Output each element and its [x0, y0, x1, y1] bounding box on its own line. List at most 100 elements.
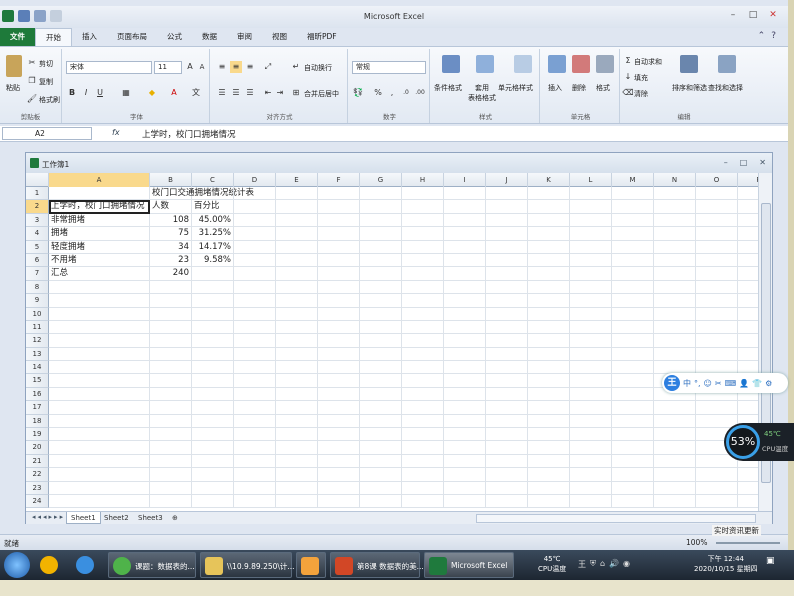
cell-b24[interactable] — [150, 494, 192, 509]
cell-g13[interactable] — [360, 347, 402, 362]
taskbar-browser[interactable]: 课题：数据表的... — [108, 552, 196, 578]
cell-g15[interactable] — [360, 374, 402, 388]
cell-i21[interactable] — [444, 454, 486, 469]
row-header[interactable]: 9 — [26, 294, 49, 308]
cell-l5[interactable] — [570, 240, 612, 254]
cell-d1[interactable] — [234, 187, 276, 201]
column-header-m[interactable]: M — [612, 173, 654, 187]
cell-a20[interactable] — [49, 441, 150, 455]
cell-g16[interactable] — [360, 387, 402, 402]
wrap-text-icon[interactable]: ↵ — [290, 61, 302, 73]
cell-h8[interactable] — [402, 280, 444, 295]
cell-f14[interactable] — [318, 361, 360, 375]
cell-b1[interactable]: 校门口交通拥堵情况统计表 — [150, 187, 254, 201]
cell-m19[interactable] — [612, 428, 654, 442]
cell-f16[interactable] — [318, 387, 360, 402]
cell-m17[interactable] — [612, 401, 654, 415]
cell-n12[interactable] — [654, 334, 696, 348]
copy-icon[interactable]: ❐ — [26, 75, 38, 87]
clear-button[interactable]: 清除 — [634, 89, 648, 99]
horizontal-scrollbar[interactable] — [476, 514, 756, 523]
cell-f19[interactable] — [318, 428, 360, 442]
cell-b7[interactable]: 240 — [150, 267, 192, 281]
cell-a16[interactable] — [49, 387, 150, 402]
cell-h18[interactable] — [402, 414, 444, 429]
insert-function-icon[interactable]: fx — [112, 128, 120, 137]
cell-n23[interactable] — [654, 481, 696, 495]
taskbar-clock[interactable]: 下午 12:44 2020/10/15 星期四 — [694, 554, 758, 574]
cell-i17[interactable] — [444, 401, 486, 415]
cell-h6[interactable] — [402, 253, 444, 268]
cell-e19[interactable] — [276, 428, 318, 442]
cell-l15[interactable] — [570, 374, 612, 388]
cell-c16[interactable] — [192, 387, 234, 402]
border-icon[interactable]: ▦ — [120, 87, 132, 99]
cell-l9[interactable] — [570, 294, 612, 308]
tab-insert[interactable]: 插入 — [72, 28, 107, 46]
show-desktop-icon[interactable]: ▣ — [766, 556, 780, 572]
cell-g6[interactable] — [360, 253, 402, 268]
cell-b6[interactable]: 23 — [150, 253, 192, 268]
decrease-decimal-icon[interactable]: .00 — [414, 87, 426, 99]
cell-i20[interactable] — [444, 441, 486, 455]
cell-j3[interactable] — [486, 213, 528, 228]
tray-volume-icon[interactable]: 🔊 — [609, 559, 619, 570]
skin-icon[interactable]: 👕 — [752, 379, 762, 388]
taskbar-ie-icon[interactable] — [72, 552, 100, 578]
cell-c20[interactable] — [192, 441, 234, 455]
outdent-icon[interactable]: ⇥ — [274, 87, 286, 99]
cell-l18[interactable] — [570, 414, 612, 429]
cell-b21[interactable] — [150, 454, 192, 469]
cell-b13[interactable] — [150, 347, 192, 362]
cell-c8[interactable] — [192, 280, 234, 295]
cell-b14[interactable] — [150, 361, 192, 375]
clear-icon[interactable]: ⌫ — [622, 87, 634, 99]
cell-c12[interactable] — [192, 334, 234, 348]
cell-o7[interactable] — [696, 267, 738, 281]
cell-k22[interactable] — [528, 468, 570, 482]
tray-ime-icon[interactable]: 王 — [578, 559, 586, 570]
cell-c4[interactable]: 31.25% — [192, 227, 234, 241]
cell-h23[interactable] — [402, 481, 444, 495]
column-header-i[interactable]: I — [444, 173, 486, 187]
cell-n17[interactable] — [654, 401, 696, 415]
cell-j24[interactable] — [486, 494, 528, 509]
format-cells-icon[interactable] — [596, 55, 614, 73]
cell-k2[interactable] — [528, 200, 570, 214]
column-header-k[interactable]: K — [528, 173, 570, 187]
format-table-button[interactable]: 套用 表格格式 — [468, 83, 496, 103]
cell-o11[interactable] — [696, 320, 738, 335]
cell-g9[interactable] — [360, 294, 402, 308]
cell-h22[interactable] — [402, 468, 444, 482]
cell-g8[interactable] — [360, 280, 402, 295]
cell-k4[interactable] — [528, 227, 570, 241]
increase-decimal-icon[interactable]: .0 — [400, 87, 412, 99]
row-header[interactable]: 22 — [26, 468, 49, 482]
maximize-button[interactable]: □ — [746, 9, 760, 21]
cell-e7[interactable] — [276, 267, 318, 281]
cell-d12[interactable] — [234, 334, 276, 348]
column-header-h[interactable]: H — [402, 173, 444, 187]
cell-k9[interactable] — [528, 294, 570, 308]
align-left-icon[interactable]: ☰ — [216, 87, 228, 99]
row-header[interactable]: 5 — [26, 240, 49, 254]
cell-b19[interactable] — [150, 428, 192, 442]
cell-m21[interactable] — [612, 454, 654, 469]
cell-n1[interactable] — [654, 187, 696, 201]
cell-k3[interactable] — [528, 213, 570, 228]
spreadsheet-grid[interactable]: ABCDEFGHIJKLMNOP 1校门口交通拥堵情况统计表2上学时，校门口拥堵… — [26, 173, 772, 511]
cell-e17[interactable] — [276, 401, 318, 415]
cell-l21[interactable] — [570, 454, 612, 469]
column-header-l[interactable]: L — [570, 173, 612, 187]
cell-m9[interactable] — [612, 294, 654, 308]
cell-g24[interactable] — [360, 494, 402, 509]
cell-d23[interactable] — [234, 481, 276, 495]
cell-b18[interactable] — [150, 414, 192, 429]
cell-m24[interactable] — [612, 494, 654, 509]
cell-f23[interactable] — [318, 481, 360, 495]
cell-j11[interactable] — [486, 320, 528, 335]
cell-g14[interactable] — [360, 361, 402, 375]
tab-home[interactable]: 开始 — [35, 28, 72, 46]
cell-o5[interactable] — [696, 240, 738, 254]
cell-a3[interactable]: 非常拥堵 — [49, 213, 150, 228]
